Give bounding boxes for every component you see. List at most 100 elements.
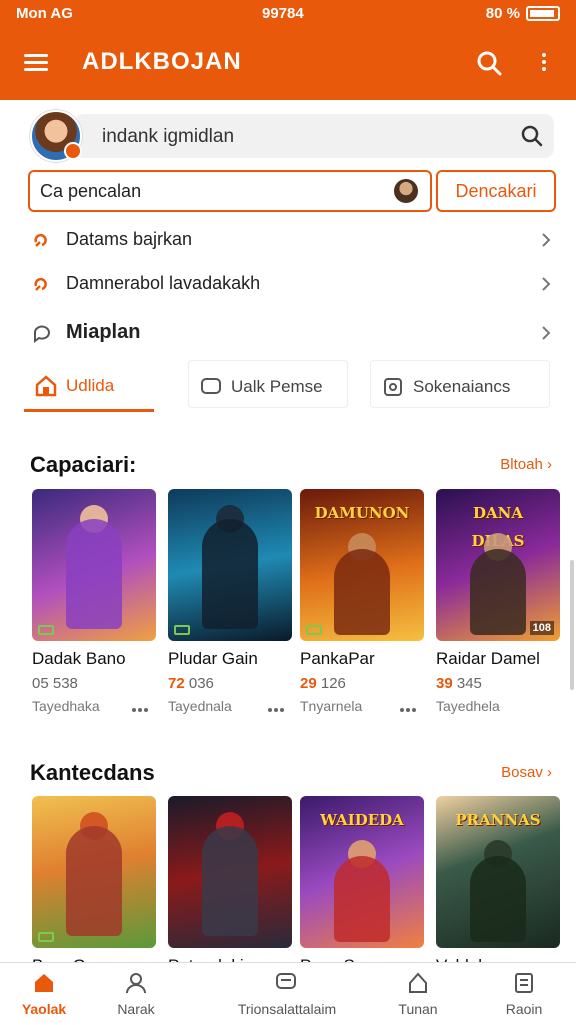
chat-icon — [276, 973, 296, 989]
nav-label: Narak — [117, 1001, 155, 1017]
text-field[interactable]: Ca pencalan — [28, 170, 432, 212]
game-card[interactable]: DANA DILAS 108 Raidar Damel 39 345 Tayed… — [436, 489, 560, 714]
status-badge-icon — [306, 625, 322, 635]
chat-icon — [201, 378, 221, 394]
tab-2[interactable]: Ualk Pemse — [188, 360, 348, 408]
person-icon — [126, 973, 146, 994]
game-card[interactable]: Dadak Bano 05 538 Tayedhaka — [32, 489, 156, 714]
app-bar: ADLKBOJAN — [0, 28, 576, 100]
status-badge-icon — [38, 625, 54, 635]
status-right: 80 % — [486, 5, 560, 22]
home-icon — [35, 375, 57, 397]
list-item-1[interactable]: Datams bajrkan — [28, 220, 556, 260]
nav-label: Trionsalattalaim — [237, 1001, 337, 1017]
link-icon — [34, 277, 47, 291]
game-count-hot: 39 — [436, 675, 453, 692]
section-more-label: Bltoah — [500, 456, 543, 473]
nav-label: Yaolak — [21, 1001, 67, 1017]
battery-percent: 80 % — [485, 5, 520, 22]
tab-label: Udlida — [66, 376, 115, 395]
list-item-2[interactable]: Damnerabol lavadakakh — [28, 264, 556, 304]
tab-label: Sokenaiancs — [413, 377, 511, 396]
game-banner: DANA DILAS — [471, 504, 524, 550]
section-title: Capaciari: — [30, 452, 137, 477]
game-card[interactable]: Pludar Gain 72 036 Tayednala — [168, 489, 292, 714]
game-count-hot: 72 — [168, 675, 185, 692]
game-art: DAMUNON — [300, 489, 424, 641]
list-item-label: Datams bajrkan — [66, 229, 193, 249]
game-name: Pludar Gain — [168, 649, 258, 668]
chat-bubble-icon — [34, 325, 50, 343]
status-bar: Mon AG 99784 80 % — [0, 0, 576, 28]
bottom-nav: Yaolak Narak Trionsalattalaim Tunan Raoi… — [0, 962, 576, 1024]
more-horiz-icon[interactable] — [268, 708, 284, 712]
game-card[interactable]: WAIDEDA Panc Sonac — [300, 796, 424, 976]
more-horiz-icon[interactable] — [132, 708, 148, 712]
list-item-label: Damnerabol lavadakakh — [66, 273, 261, 293]
avatar-badge-icon — [64, 142, 82, 160]
game-card[interactable]: Bara Ganan — [32, 796, 156, 976]
game-card[interactable]: Pataralakim — [168, 796, 292, 976]
nav-label: Tunan — [398, 1001, 438, 1017]
status-carrier: Mon AG — [16, 5, 73, 22]
search-submit-button[interactable]: Dencakari — [436, 170, 556, 212]
search-bar[interactable]: indank igmidlan — [74, 114, 554, 158]
square-icon — [384, 378, 402, 396]
status-badge-icon — [38, 932, 54, 942]
tab-3[interactable]: Sokenaiancs — [370, 360, 550, 408]
search-row: indank igmidlan — [28, 110, 556, 162]
battery-icon — [526, 6, 560, 21]
nav-tags[interactable]: Tunan — [368, 963, 468, 1025]
game-count-rest: 345 — [456, 675, 482, 692]
chevron-right-icon — [542, 277, 551, 291]
game-art — [168, 796, 292, 948]
game-banner: PRANNAS — [455, 811, 541, 829]
section-more-link[interactable]: Bosav › — [501, 764, 552, 781]
game-art: DANA DILAS 108 — [436, 489, 560, 641]
chevron-right-icon — [542, 233, 551, 247]
list-item-3[interactable]: Miaplan — [28, 313, 556, 353]
app-title: ADLKBOJAN — [82, 48, 242, 75]
game-art: WAIDEDA — [300, 796, 424, 948]
nav-home[interactable]: Yaolak — [0, 963, 94, 1025]
user-thumb-icon — [394, 179, 418, 203]
game-name: Dadak Bano — [32, 649, 126, 668]
scrollbar[interactable] — [570, 560, 574, 690]
game-art — [32, 796, 156, 948]
game-name: PankaPar — [300, 649, 375, 668]
chevron-right-icon — [542, 326, 551, 340]
game-count: 72 036 — [168, 675, 292, 692]
game-tag: 108 — [529, 621, 554, 635]
list-icon — [515, 973, 533, 993]
link-icon — [34, 233, 47, 247]
section-title: Kantecdans — [30, 760, 155, 785]
nav-profile[interactable]: Narak — [86, 963, 186, 1025]
search-icon[interactable] — [474, 48, 504, 78]
game-banner: DAMUNON — [314, 504, 410, 522]
game-count-rest: 036 — [188, 675, 214, 692]
text-field-value: Ca pencalan — [40, 181, 142, 201]
game-count-rest: 126 — [320, 675, 346, 692]
tab-1[interactable]: Udlida — [24, 360, 154, 412]
section-more-label: Bosav — [501, 764, 543, 781]
status-time: 99784 — [262, 5, 304, 22]
game-card[interactable]: PRANNAS Vahlakan — [436, 796, 560, 976]
search-icon[interactable] — [520, 124, 544, 148]
game-count: 29 126 — [300, 675, 424, 692]
more-vert-icon[interactable] — [534, 50, 554, 78]
nav-label: Raoin — [505, 1001, 543, 1017]
game-count-hot: 29 — [300, 675, 317, 692]
input-row: Ca pencalan Dencakari — [28, 170, 556, 212]
tab-label: Ualk Pemse — [231, 377, 323, 396]
nav-messages[interactable]: Trionsalattalaim — [232, 963, 342, 1025]
game-art — [32, 489, 156, 641]
nav-list[interactable]: Raoin — [474, 963, 574, 1025]
game-subtitle: Tayedhela — [436, 698, 500, 714]
more-horiz-icon[interactable] — [400, 708, 416, 712]
game-card[interactable]: DAMUNON PankaPar 29 126 Tnyarnela — [300, 489, 424, 714]
home-icon — [35, 974, 53, 992]
section-more-link[interactable]: Bltoah › — [500, 456, 552, 473]
status-badge-icon — [174, 625, 190, 635]
game-count: 39 345 — [436, 675, 560, 692]
menu-icon[interactable] — [22, 50, 50, 78]
